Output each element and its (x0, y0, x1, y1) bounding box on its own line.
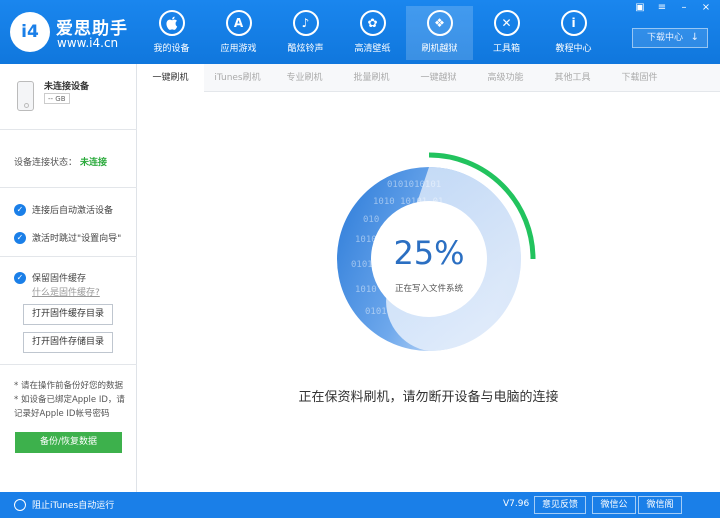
connection-label: 设备连接状态： (14, 158, 78, 168)
nav-label: 教程中心 (555, 44, 592, 54)
flash-status-message: 正在保资料刷机，请勿断开设备与电脑的连接 (298, 390, 559, 405)
tab-download-firmware[interactable]: 下载固件 (606, 64, 673, 92)
status-bar: 阻止iTunes自动运行 V7.96 意见反馈 微信公 微信阁 (0, 492, 720, 518)
nav-apps[interactable]: A 应用游戏 (205, 6, 272, 60)
function-tabs: 一键刷机 iTunes刷机 专业刷机 批量刷机 一键越狱 高级功能 其他工具 下… (137, 64, 720, 92)
svg-text:010: 010 (363, 215, 379, 225)
nav-label: 刷机越狱 (421, 44, 458, 54)
option-skip-setup[interactable]: ✓ 激活时跳过"设置向导" (14, 231, 121, 244)
wechat-public-button[interactable]: 微信公 (592, 496, 636, 514)
divider (0, 256, 137, 257)
svg-text:0101: 0101 (351, 260, 373, 270)
nav-label: 工具箱 (492, 44, 520, 54)
phone-icon (17, 81, 34, 111)
sidebar: 未连接设备 -- GB 设备连接状态： 未连接 ✓ 连接后自动激活设备 ✓ 激活… (0, 64, 137, 492)
tab-one-click-flash[interactable]: 一键刷机 (137, 64, 204, 92)
connection-value: 未连接 (80, 158, 108, 168)
tab-advanced[interactable]: 高级功能 (472, 64, 539, 92)
option-auto-activate[interactable]: ✓ 连接后自动激活设备 (14, 203, 113, 216)
download-center-button[interactable]: 下载中心 ↓ (632, 28, 708, 48)
download-icon: ↓ (690, 32, 699, 43)
minimize-icon[interactable]: – (678, 2, 690, 14)
backup-restore-button[interactable]: 备份/恢复数据 (15, 432, 122, 453)
open-cache-dir-button[interactable]: 打开固件缓存目录 (23, 304, 113, 325)
tab-other-tools[interactable]: 其他工具 (539, 64, 606, 92)
check-icon: ✓ (14, 271, 26, 284)
open-storage-dir-button[interactable]: 打开固件存储目录 (23, 332, 113, 353)
tab-batch-flash[interactable]: 批量刷机 (338, 64, 405, 92)
nav-my-device[interactable]: 我的设备 (138, 6, 205, 60)
download-center-label: 下载中心 (647, 33, 684, 43)
tab-pro-flash[interactable]: 专业刷机 (271, 64, 338, 92)
wechat-button[interactable]: 微信阁 (638, 496, 682, 514)
nav-tutorials[interactable]: i 教程中心 (540, 6, 607, 60)
progress-percent: 25% (393, 234, 465, 272)
svg-text:0101010101: 0101010101 (387, 180, 441, 190)
nav-ringtones[interactable]: ♪ 酷炫铃声 (272, 6, 339, 60)
radio-icon (14, 498, 26, 511)
flower-icon: ✿ (359, 10, 386, 36)
option-keep-cache[interactable]: ✓ 保留固件缓存 (14, 271, 86, 284)
device-info: 未连接设备 -- GB (0, 64, 137, 130)
nav-flash-jailbreak[interactable]: ❖ 刷机越狱 (406, 6, 473, 60)
main-nav: 我的设备 A 应用游戏 ♪ 酷炫铃声 ✿ 高清壁纸 ❖ 刷机越狱 ✕ 工具箱 i… (138, 6, 607, 60)
note-line: * 如设备已绑定Apple ID，请 (14, 395, 125, 405)
option-label: 激活时跳过"设置向导" (32, 234, 122, 244)
option-label: 保留固件缓存 (32, 274, 87, 284)
nav-toolbox[interactable]: ✕ 工具箱 (473, 6, 540, 60)
note-line: 记录好Apple ID帐号密码 (14, 409, 110, 419)
firmware-cache-help-link[interactable]: 什么是固件缓存? (32, 285, 100, 298)
bell-icon: ♪ (292, 10, 319, 36)
check-icon: ✓ (14, 231, 26, 244)
tab-itunes-flash[interactable]: iTunes刷机 (204, 64, 271, 92)
nav-wallpapers[interactable]: ✿ 高清壁纸 (339, 6, 406, 60)
feedback-button[interactable]: 意见反馈 (534, 496, 586, 514)
brand-url: www.i4.cn (57, 36, 119, 50)
check-icon: ✓ (14, 203, 26, 216)
menu-icon[interactable]: ≡ (656, 2, 668, 14)
device-capacity: -- GB (44, 93, 70, 104)
progress-status: 正在写入文件系统 (394, 284, 463, 294)
divider (0, 364, 137, 365)
close-icon[interactable]: × (700, 2, 712, 14)
tab-one-click-jailbreak[interactable]: 一键越狱 (405, 64, 472, 92)
version-label: V7.96 (503, 499, 530, 509)
title-bar: i4 爱思助手 www.i4.cn 我的设备 A 应用游戏 ♪ 酷炫铃声 ✿ 高… (0, 0, 720, 64)
info-icon: i (560, 10, 587, 36)
i4-logo: i4 (10, 12, 50, 52)
note-line: * 请在操作前备份好您的数据 (14, 381, 123, 391)
nav-label: 高清壁纸 (354, 44, 391, 54)
window-controls: ▣ ≡ – × (634, 2, 712, 14)
tools-icon: ✕ (493, 10, 520, 36)
skin-icon[interactable]: ▣ (634, 2, 646, 14)
block-itunes-label: 阻止iTunes自动运行 (32, 501, 115, 511)
connection-status: 设备连接状态： 未连接 (0, 130, 137, 188)
device-name: 未连接设备 (44, 82, 90, 92)
option-label: 连接后自动激活设备 (32, 206, 114, 216)
apple-icon (158, 10, 185, 36)
svg-text:0101: 0101 (365, 307, 387, 317)
block-itunes-toggle[interactable]: 阻止iTunes自动运行 (14, 498, 114, 511)
flash-progress-panel: 0101010101 1010 10101 01 010 1010 0101 1… (137, 92, 720, 492)
appstore-icon: A (225, 10, 252, 36)
nav-label: 酷炫铃声 (287, 44, 324, 54)
backup-notes: * 请在操作前备份好您的数据 * 如设备已绑定Apple ID，请 记录好App… (14, 379, 134, 421)
nav-label: 我的设备 (153, 44, 190, 54)
box-icon: ❖ (426, 10, 453, 36)
nav-label: 应用游戏 (220, 44, 257, 54)
